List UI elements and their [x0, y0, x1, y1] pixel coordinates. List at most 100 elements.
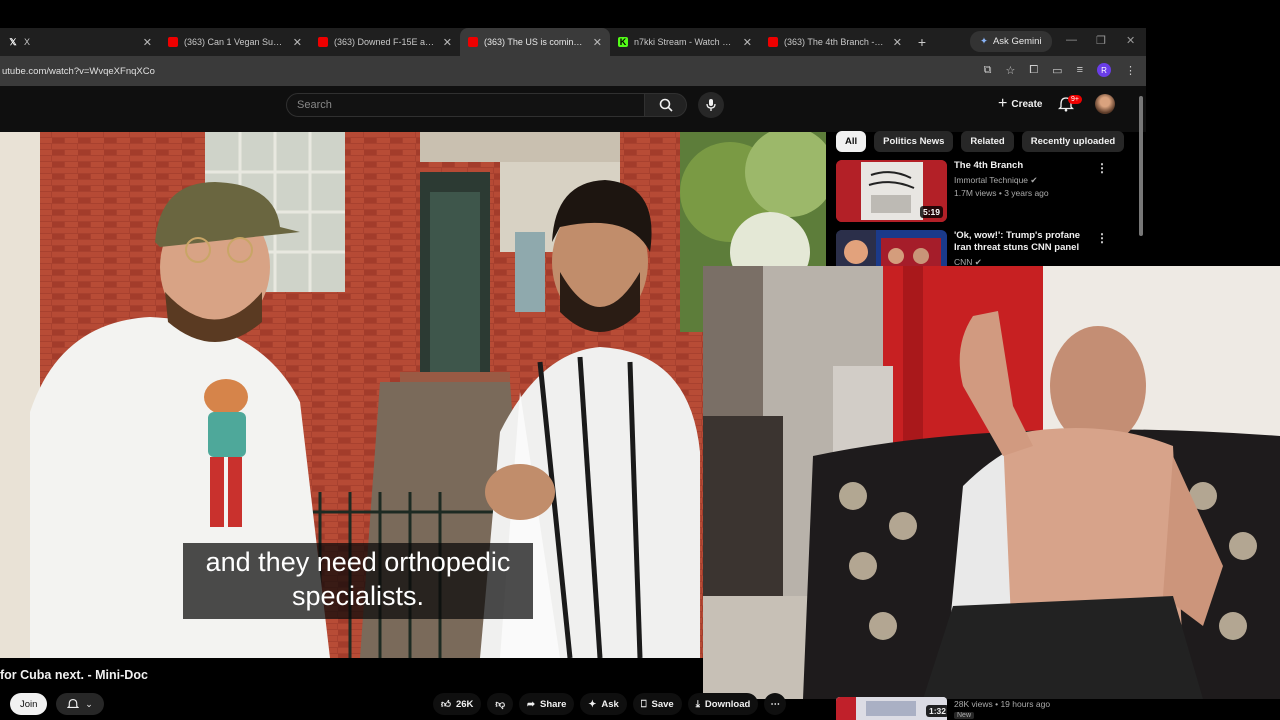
chip-recently-uploaded[interactable]: Recently uploaded: [1021, 131, 1125, 152]
tab-title: (363) Downed F-15E airman: [334, 37, 435, 47]
recommendation-item[interactable]: 5:19 The 4th Branch Immortal Technique ✔…: [836, 160, 1089, 222]
tab-kick-stream[interactable]: K n7kki Stream - Watch Live o ✕: [610, 28, 760, 56]
menu-kebab-icon[interactable]: ⋮: [1125, 64, 1136, 77]
profile-avatar[interactable]: R: [1097, 63, 1111, 77]
caption-line-1: and they need orthopedic: [205, 547, 511, 577]
close-icon[interactable]: ✕: [293, 36, 302, 49]
create-label: Create: [1011, 98, 1043, 110]
extensions-icon[interactable]: ⧠: [1029, 64, 1038, 77]
thumbs-down-icon: 👎︎: [495, 699, 506, 710]
more-actions-button[interactable]: ⋯: [764, 693, 787, 715]
plus-icon: +: [998, 95, 1008, 112]
recommendation-info: The 4th Branch Immortal Technique ✔ 1.7M…: [954, 160, 1089, 222]
search-button[interactable]: [645, 93, 687, 117]
microphone-icon: [706, 99, 716, 111]
verified-check-icon: ✔: [1030, 175, 1038, 185]
tab-vegan[interactable]: (363) Can 1 Vegan Survive 20 ✕: [160, 28, 310, 56]
save-button[interactable]: ⎕ Save: [632, 693, 682, 715]
chevron-down-icon: ⌄: [85, 698, 93, 709]
recommendation-title[interactable]: 'Ok, wow!': Trump's profane Iran threat …: [954, 230, 1089, 254]
kick-icon: K: [618, 37, 628, 47]
new-badge: New: [954, 712, 975, 719]
ask-button[interactable]: ✦ Ask: [580, 693, 627, 715]
webcam-overlay: [703, 266, 1280, 699]
user-avatar[interactable]: [1095, 94, 1115, 114]
tab-airman[interactable]: (363) Downed F-15E airman ✕: [310, 28, 460, 56]
url-text[interactable]: utube.com/watch?v=WvqeXFnqXCo: [0, 66, 155, 77]
download-button[interactable]: ⤓ Download: [687, 693, 759, 715]
video-meta: 1.7M views • 3 years ago: [954, 188, 1049, 198]
tab-title: (363) Can 1 Vegan Survive 20: [184, 37, 285, 47]
caption-line-2: specialists.: [291, 581, 425, 611]
webcam-frame: [703, 266, 1280, 699]
ask-gemini-button[interactable]: ✦ Ask Gemini: [970, 31, 1052, 52]
gemini-sparkle-icon: ✦: [980, 36, 988, 47]
bell-icon: [67, 698, 80, 708]
screen: 𝕏 X ✕ (363) Can 1 Vegan Survive 20 ✕ (36…: [0, 0, 1280, 720]
tab-title: n7kki Stream - Watch Live o: [634, 37, 735, 47]
youtube-header: Search + Create 9+: [0, 86, 1146, 132]
bookmark-icon: ⎕: [640, 698, 647, 710]
video-actions: 👍︎ 26K 👎︎ ➦ Share ✦ Ask ⎕ Save ⤓ Downloa…: [433, 693, 787, 715]
channel-name[interactable]: Immortal Technique ✔: [954, 175, 1089, 186]
video-caption: and they need orthopedic specialists.: [183, 543, 533, 619]
tab-title: (363) The 4th Branch - YouTu: [784, 37, 885, 47]
create-button[interactable]: + Create: [988, 93, 1052, 115]
tab-x[interactable]: 𝕏 X ✕: [0, 28, 160, 56]
recommendation-title[interactable]: The 4th Branch: [954, 160, 1089, 172]
search-input[interactable]: Search: [286, 93, 645, 117]
thumbs-up-icon: 👍︎: [441, 699, 451, 710]
dislike-button[interactable]: 👎︎: [487, 693, 514, 715]
restore-icon[interactable]: ❐: [1096, 34, 1106, 47]
ask-label: Ask: [601, 698, 619, 710]
tab-4th-branch[interactable]: (363) The 4th Branch - YouTu ✕: [760, 28, 910, 56]
install-app-icon[interactable]: ⧉: [984, 64, 992, 77]
close-icon[interactable]: ✕: [443, 36, 452, 49]
bookmark-star-icon[interactable]: ☆: [1005, 64, 1015, 77]
chip-related[interactable]: Related: [961, 131, 1014, 152]
subscription-bell-button[interactable]: ⌄: [56, 693, 104, 715]
tab-title: (363) The US is coming for C: [484, 37, 585, 47]
x-icon: 𝕏: [9, 36, 17, 47]
youtube-icon: [168, 37, 178, 47]
close-icon[interactable]: ✕: [893, 36, 902, 49]
more-actions-icon[interactable]: ⋮: [1096, 231, 1108, 245]
youtube-icon: [318, 37, 328, 47]
new-tab-button[interactable]: +: [910, 34, 934, 50]
video-thumbnail[interactable]: 5:19: [836, 160, 947, 222]
scrollbar-thumb[interactable]: [1139, 96, 1143, 236]
close-icon[interactable]: ✕: [593, 36, 602, 49]
tab-title: X: [24, 37, 31, 47]
download-label: Download: [704, 698, 751, 710]
duration-badge: 1:32: [926, 705, 950, 717]
close-icon[interactable]: ✕: [743, 36, 752, 49]
sparkle-icon: ✦: [588, 698, 597, 710]
chip-all[interactable]: All: [836, 131, 867, 152]
voice-search-button[interactable]: [698, 92, 724, 118]
split-view-icon[interactable]: ▭: [1052, 64, 1062, 77]
like-button[interactable]: 👍︎ 26K: [433, 693, 482, 715]
like-count: 26K: [455, 698, 474, 710]
duration-badge: 5:19: [919, 206, 943, 218]
chip-politics-news[interactable]: Politics News: [874, 131, 954, 152]
address-bar[interactable]: utube.com/watch?v=WvqeXFnqXCo ⧉ ☆ ⧠ ▭ ≡ …: [0, 56, 1146, 86]
channel-label: Immortal Technique: [954, 175, 1029, 185]
download-icon: ⤓: [695, 698, 700, 710]
save-label: Save: [651, 698, 674, 710]
tab-cuba-active[interactable]: (363) The US is coming for C ✕: [460, 28, 610, 56]
youtube-icon: [768, 37, 778, 47]
gemini-label: Ask Gemini: [992, 36, 1042, 47]
filter-chips: All Politics News Related Recently uploa…: [836, 131, 1125, 152]
ellipsis-icon: ⋯: [770, 698, 781, 710]
youtube-icon: [468, 37, 478, 47]
minimize-icon[interactable]: —: [1066, 34, 1077, 46]
search-icon: [659, 98, 673, 112]
join-button[interactable]: Join: [10, 693, 48, 715]
share-arrow-icon: ➦: [527, 698, 535, 710]
reading-list-icon[interactable]: ≡: [1077, 64, 1083, 76]
share-button[interactable]: ➦ Share: [519, 693, 575, 715]
video-meta: 28K views • 19 hours ago: [954, 699, 1051, 709]
close-icon[interactable]: ✕: [143, 36, 152, 49]
close-window-icon[interactable]: ✕: [1126, 34, 1135, 47]
more-actions-icon[interactable]: ⋮: [1096, 161, 1108, 175]
